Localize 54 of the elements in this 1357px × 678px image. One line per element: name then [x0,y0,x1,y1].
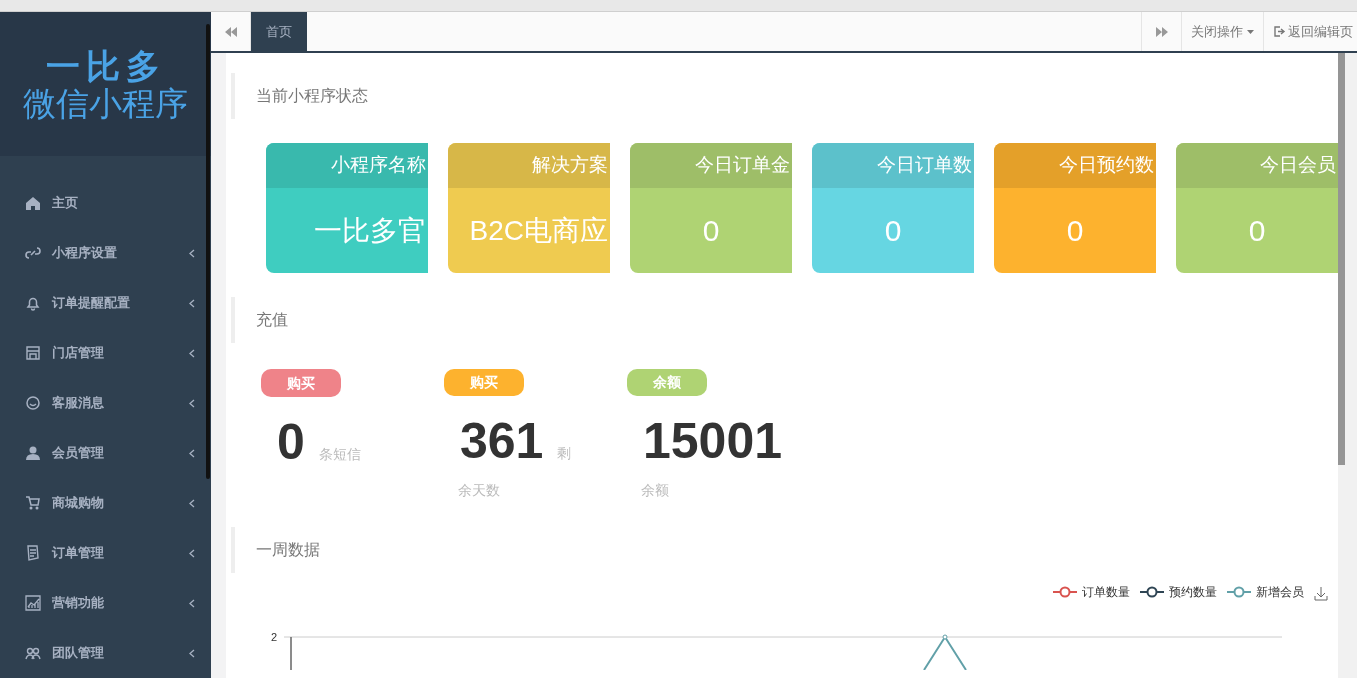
unit-label: 余额 [640,481,670,500]
axis-tick-label: 2 [271,630,278,645]
unit-label: 条短信 [318,445,361,464]
sidebar-item[interactable]: 小程序设置 [0,228,211,278]
double-right-icon [1155,26,1168,37]
link-icon [25,245,41,261]
document-icon [25,545,41,561]
stat-number: 361 [460,416,544,466]
card-value: 0 [883,213,903,249]
cart-icon [25,495,41,511]
unit-label: 剩 [557,444,572,463]
card-title: 解决方案 [448,143,610,188]
store-icon [25,345,41,361]
double-left-icon [224,26,237,37]
stat-number: 15001 [643,416,783,466]
card-value: 一比多官 [313,213,427,248]
bell-icon [25,295,41,311]
card-value: 0 [1065,213,1085,249]
badge-button[interactable]: 购买 [261,369,341,397]
group-icon [25,645,41,661]
chart-icon [25,595,41,611]
back-to-edit-link[interactable]: 返回编辑页 [1263,12,1357,51]
sidebar-item[interactable]: 会员管理 [0,428,211,478]
sidebar-item[interactable]: 客服消息 [0,378,211,428]
legend-item[interactable]: 预约数量 [1140,583,1217,601]
home-icon [25,195,41,211]
sidebar-item[interactable]: 订单提醒配置 [0,278,211,328]
logo-text: 一比多 [45,48,166,83]
stat-number: 0 [277,417,305,467]
sidebar-item[interactable]: 门店管理 [0,328,211,378]
card-title: 今日预约数 [994,143,1156,188]
card-value: B2C电商应 [468,213,609,248]
logo-text: 微信小程序 [23,86,188,120]
close-actions-dropdown[interactable]: 关闭操作 [1181,12,1263,51]
sidebar-item[interactable]: 订单管理 [0,528,211,578]
smiley-icon [25,395,41,411]
sidebar-item[interactable]: 商城购物 [0,478,211,528]
card-title: 今日订单金 [630,143,792,188]
card-title: 小程序名称 [266,143,428,188]
unit-label: 余天数 [457,481,501,500]
sidebar-item[interactable]: 团队管理 [0,628,211,678]
card-value: 0 [701,213,721,249]
tab[interactable]: 首页 [251,12,307,51]
card-title: 今日订单数 [812,143,974,188]
card-title: 今日会员 [1176,143,1338,188]
sign-out-icon [1274,26,1286,37]
caret-down-icon [1247,29,1254,34]
download-icon[interactable] [1314,587,1328,601]
legend-item[interactable]: 订单数量 [1053,583,1130,601]
sidebar-item[interactable]: 主页 [0,178,211,228]
legend-item[interactable]: 新增会员 [1227,583,1304,601]
user-icon [25,445,41,461]
sidebar-item[interactable]: 营销功能 [0,578,211,628]
card-value: 0 [1247,213,1267,249]
